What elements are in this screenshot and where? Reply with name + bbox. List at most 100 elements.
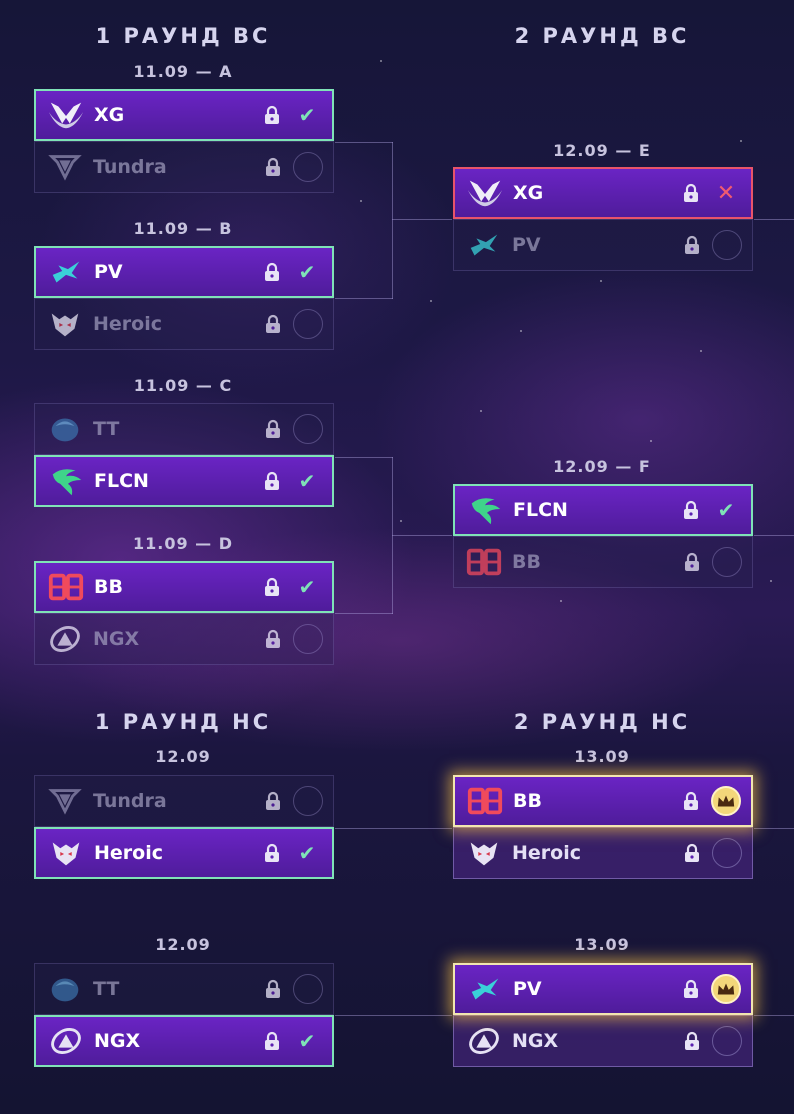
team-row[interactable]: NGX: [34, 613, 334, 665]
team-name: TT: [93, 978, 120, 1000]
lock-icon: [682, 842, 702, 864]
lock-icon: [262, 1030, 282, 1052]
team-row[interactable]: XG ✕: [453, 167, 753, 219]
check-icon: ✔: [298, 1029, 316, 1053]
connector-line: [335, 613, 393, 614]
team-row[interactable]: Heroic ✔: [34, 827, 334, 879]
team-name: TT: [93, 418, 120, 440]
connector-line: [335, 457, 393, 458]
team-name: XG: [513, 182, 544, 204]
team-name: NGX: [512, 1030, 559, 1052]
team-name: BB: [512, 551, 541, 573]
lock-icon: [262, 842, 282, 864]
check-icon: ✔: [298, 260, 316, 284]
ngx-logo: [462, 1023, 506, 1059]
pv-logo: [44, 254, 88, 290]
team-row[interactable]: PV ✔: [34, 246, 334, 298]
team-name: NGX: [94, 1030, 141, 1052]
pv-logo: [463, 971, 507, 1007]
connector-line: [335, 828, 452, 829]
lock-icon: [681, 182, 701, 204]
team-row[interactable]: PV: [453, 963, 753, 1015]
team-name: PV: [513, 978, 542, 1000]
team-row[interactable]: TT: [34, 963, 334, 1015]
match-card: PV ✔ Heroic: [34, 246, 334, 350]
match-card: XG ✔ Tundra: [34, 89, 334, 193]
team-name: XG: [94, 104, 125, 126]
lower-round2-title: 2 РАУНД НС: [513, 710, 691, 734]
team-row[interactable]: PV: [453, 219, 753, 271]
lock-icon: [262, 261, 282, 283]
team-row[interactable]: BB: [453, 536, 753, 588]
match-label: 11.09 — C: [133, 376, 233, 395]
connector-line: [754, 535, 794, 536]
lock-icon: [682, 234, 702, 256]
ngx-logo: [43, 621, 87, 657]
tundra-logo: [43, 783, 87, 819]
lock-icon: [263, 418, 283, 440]
empty-pick-circle: [712, 547, 742, 577]
team-row[interactable]: FLCN ✔: [34, 455, 334, 507]
team-row[interactable]: XG ✔: [34, 89, 334, 141]
xg-logo: [463, 175, 507, 211]
lock-icon: [681, 978, 701, 1000]
team-row[interactable]: Heroic: [453, 827, 753, 879]
team-name: Heroic: [94, 842, 163, 864]
lock-icon: [263, 790, 283, 812]
team-row[interactable]: Tundra: [34, 141, 334, 193]
match-card: BB ✔ NGX: [34, 561, 334, 665]
xg-logo: [44, 97, 88, 133]
team-row[interactable]: BB ✔: [34, 561, 334, 613]
empty-pick-circle: [293, 974, 323, 1004]
check-icon: ✔: [298, 841, 316, 865]
team-name: PV: [512, 234, 541, 256]
team-name: PV: [94, 261, 123, 283]
team-name: Tundra: [93, 156, 167, 178]
team-row[interactable]: NGX ✔: [34, 1015, 334, 1067]
lock-icon: [682, 551, 702, 573]
lock-icon: [682, 1030, 702, 1052]
team-name: FLCN: [513, 499, 568, 521]
pv-logo: [462, 227, 506, 263]
team-row[interactable]: Tundra: [34, 775, 334, 827]
lock-icon: [263, 156, 283, 178]
connector-line: [335, 298, 393, 299]
lock-icon: [262, 576, 282, 598]
check-icon: ✔: [298, 469, 316, 493]
empty-pick-circle: [293, 309, 323, 339]
team-row[interactable]: TT: [34, 403, 334, 455]
check-icon: ✔: [717, 498, 735, 522]
match-label: 11.09 — B: [133, 219, 233, 238]
team-name: FLCN: [94, 470, 149, 492]
upper-round2-title: 2 РАУНД ВС: [514, 24, 690, 48]
match-card: Tundra Heroic ✔: [34, 775, 334, 879]
bb-logo: [463, 783, 507, 819]
crown-icon: [711, 786, 741, 816]
check-icon: ✔: [298, 575, 316, 599]
team-row[interactable]: NGX: [453, 1015, 753, 1067]
heroic-logo: [44, 835, 88, 871]
empty-pick-circle: [293, 414, 323, 444]
match-label: 12.09 — E: [553, 141, 651, 160]
team-row[interactable]: FLCN ✔: [453, 484, 753, 536]
match-label: 13.09: [574, 747, 630, 766]
empty-pick-circle: [293, 786, 323, 816]
empty-pick-circle: [293, 624, 323, 654]
match-card: PV NGX: [453, 963, 753, 1067]
check-icon: ✔: [298, 103, 316, 127]
flcn-logo: [44, 463, 88, 499]
team-name: BB: [94, 576, 123, 598]
empty-pick-circle: [712, 1026, 742, 1056]
connector-line: [392, 535, 452, 536]
team-name: Heroic: [93, 313, 162, 335]
bb-logo: [462, 544, 506, 580]
team-row[interactable]: Heroic: [34, 298, 334, 350]
match-card: TT NGX ✔: [34, 963, 334, 1067]
team-row[interactable]: BB: [453, 775, 753, 827]
match-label: 11.09 — D: [132, 534, 234, 553]
upper-round1-title: 1 РАУНД ВС: [95, 24, 271, 48]
connector-line: [392, 219, 452, 220]
connector-line: [335, 1015, 452, 1016]
ngx-logo: [44, 1023, 88, 1059]
connector-line: [392, 142, 393, 299]
